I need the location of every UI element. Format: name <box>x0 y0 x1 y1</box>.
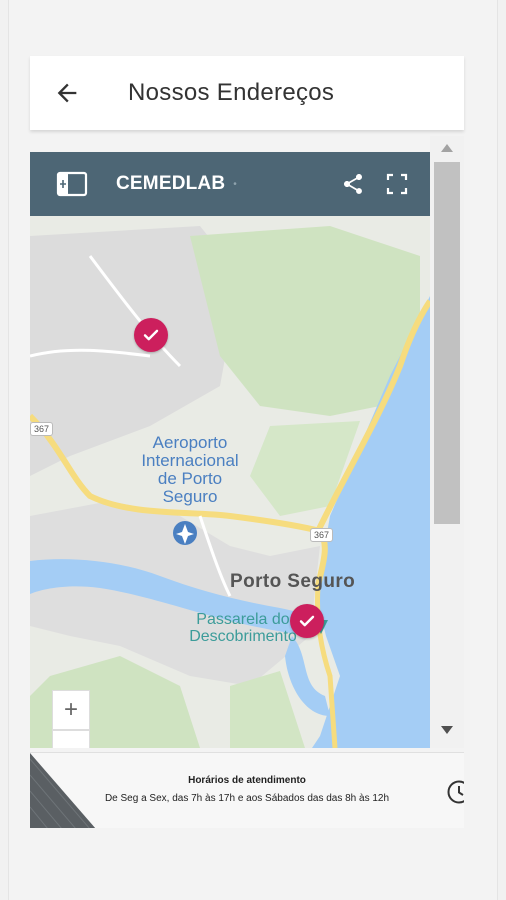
embedded-map[interactable]: CEMEDLAB • 367 367 Aeroporto Internacion… <box>30 152 430 748</box>
map-legend-button[interactable] <box>44 152 100 216</box>
triangle-up-icon <box>441 144 453 152</box>
back-button[interactable] <box>30 56 104 130</box>
map-toolbar: CEMEDLAB • <box>30 152 430 216</box>
location-marker[interactable] <box>134 318 168 352</box>
map-legend-icon <box>56 171 88 197</box>
hours-title: Horários de atendimento <box>188 775 306 786</box>
zoom-in-button[interactable]: + <box>52 690 90 730</box>
share-icon <box>344 174 362 194</box>
share-button[interactable] <box>338 169 368 199</box>
triangle-down-icon <box>441 726 453 734</box>
city-label: Porto Seguro <box>230 571 356 592</box>
map-title: CEMEDLAB <box>116 173 226 194</box>
zoom-out-button[interactable]: − <box>52 730 90 748</box>
scrollbar-thumb[interactable] <box>434 162 460 524</box>
fullscreen-icon <box>386 173 408 195</box>
fullscreen-button[interactable] <box>382 169 412 199</box>
map-scrollbar[interactable] <box>430 136 464 748</box>
location-marker[interactable] <box>290 604 324 638</box>
app-header: Nossos Endereços <box>30 56 464 130</box>
scroll-up-button[interactable] <box>430 138 464 158</box>
road-shield: 367 <box>310 528 334 542</box>
map-canvas[interactable]: 367 367 Aeroporto Internacional de Porto… <box>30 216 430 748</box>
scroll-down-button[interactable] <box>430 720 464 740</box>
clock-icon <box>447 780 464 804</box>
checkmark-icon <box>143 329 159 341</box>
decorative-corner <box>30 753 96 828</box>
page-title: Nossos Endereços <box>128 79 335 106</box>
checkmark-icon <box>299 615 315 627</box>
opening-hours-banner: Horários de atendimento De Seg a Sex, da… <box>30 752 464 828</box>
road-shield: 367 <box>30 422 54 436</box>
map-title-separator: • <box>233 178 237 190</box>
arrow-left-icon <box>57 83 77 103</box>
airport-label: Aeroporto Internacional de Porto Seguro <box>141 433 239 506</box>
hours-text: De Seg a Sex, das 7h às 17h e aos Sábado… <box>104 793 390 804</box>
